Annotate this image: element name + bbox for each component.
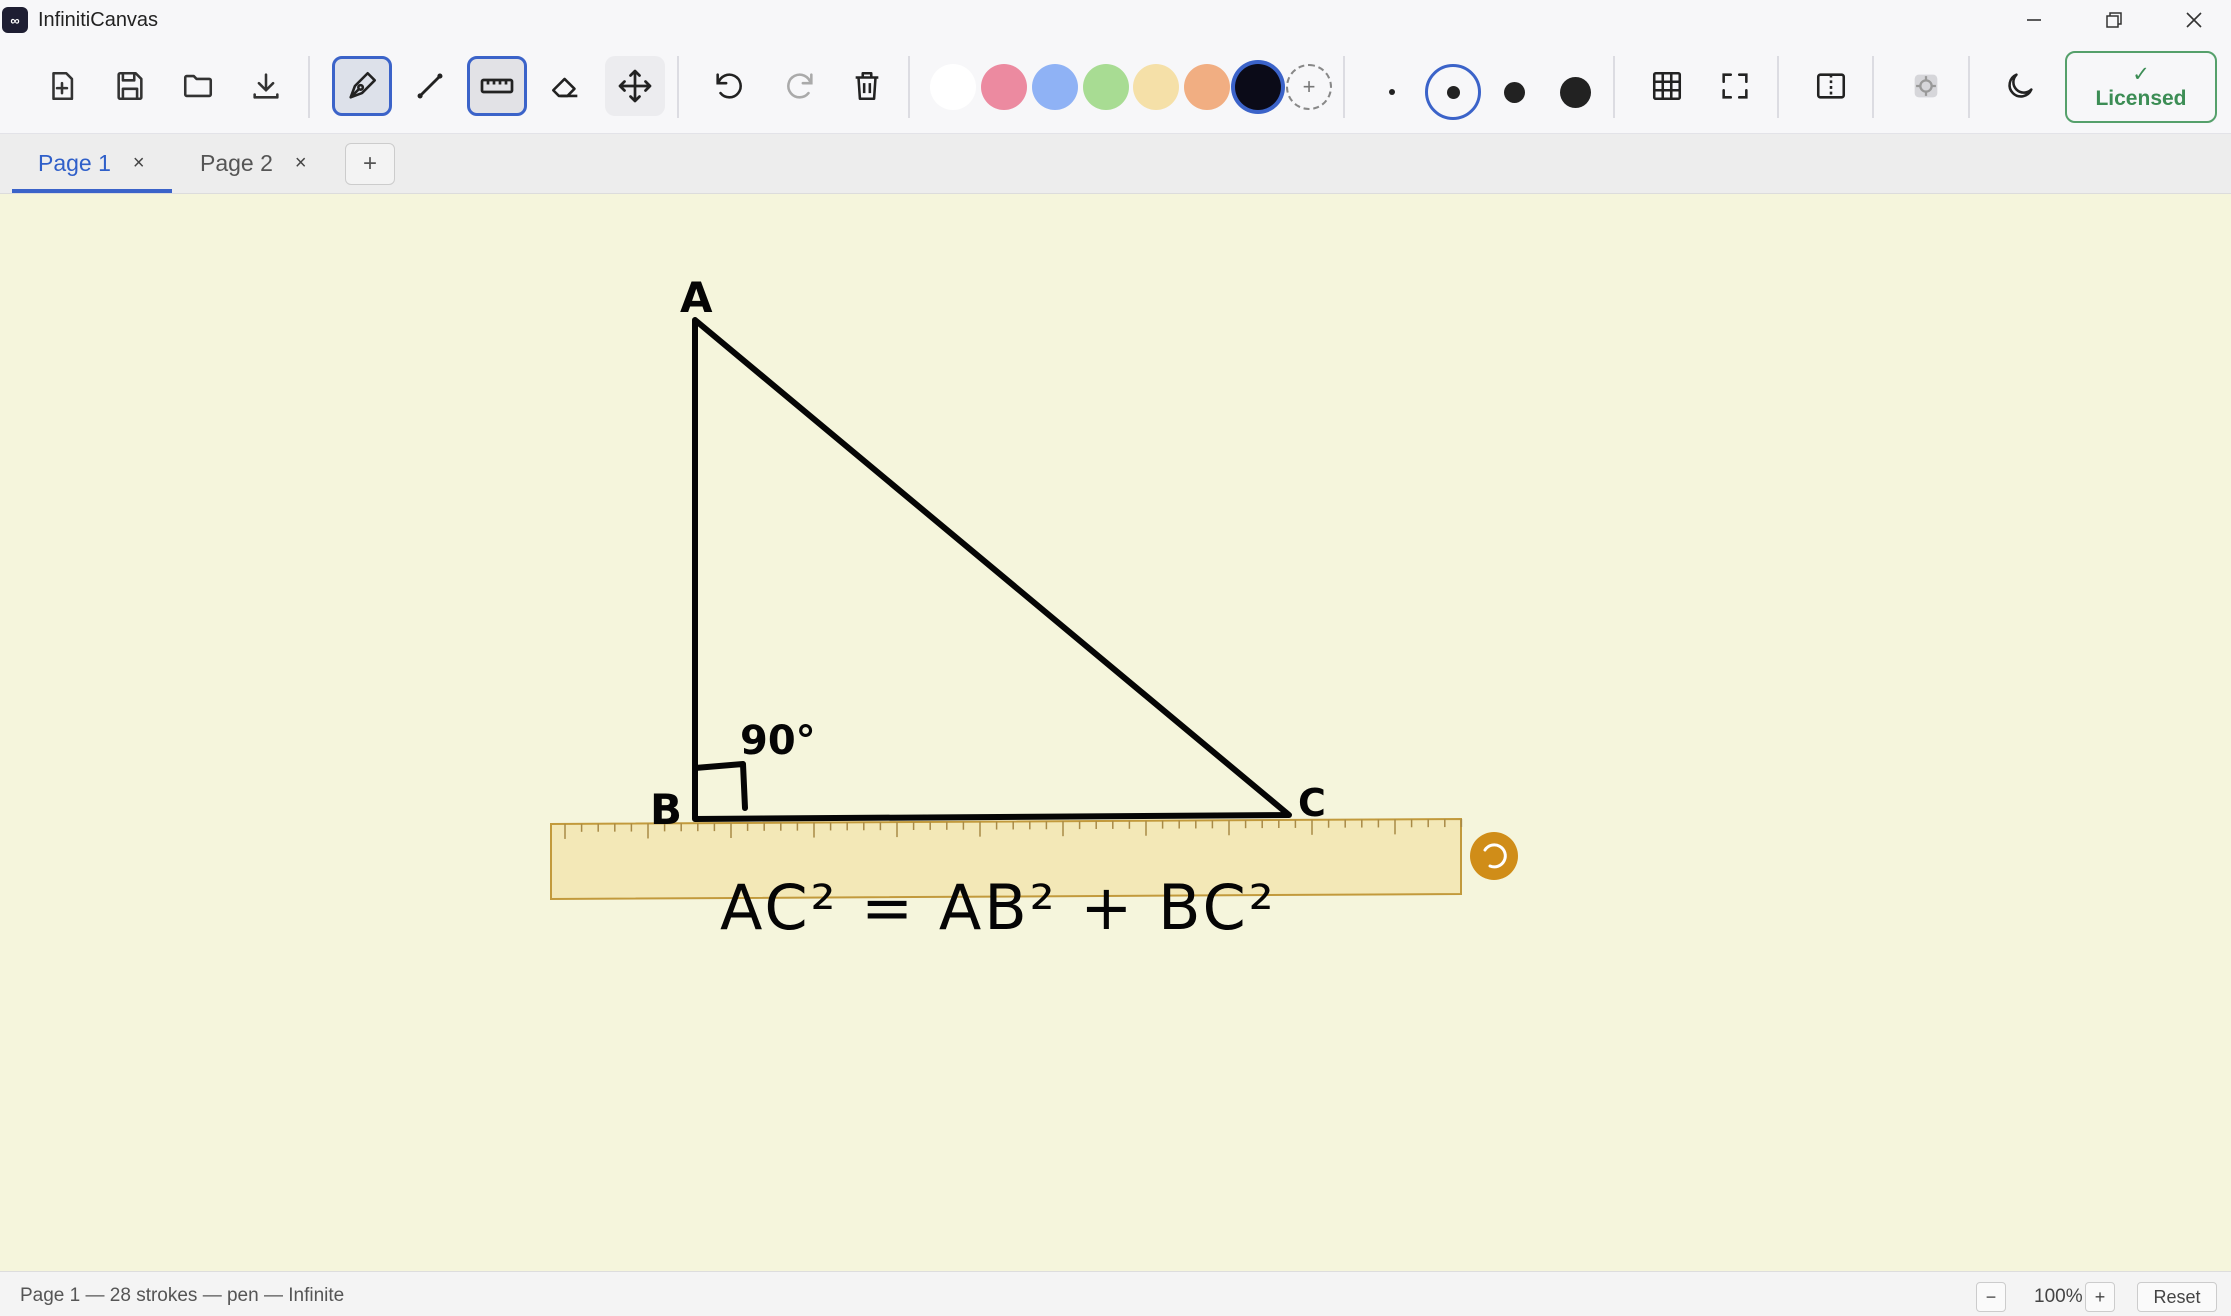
add-color-button[interactable]: + bbox=[1286, 64, 1332, 110]
drawing-canvas[interactable]: A B C 90° AC² = AB² + BC² bbox=[0, 194, 2231, 1271]
size-m-button[interactable] bbox=[1486, 64, 1542, 120]
license-status-button[interactable]: ✓ Licensed bbox=[2065, 51, 2217, 123]
eraser-icon bbox=[551, 77, 578, 98]
trash-icon bbox=[855, 71, 879, 101]
toolbar-divider bbox=[1343, 56, 1345, 118]
color-swatch-black[interactable] bbox=[1235, 64, 1281, 110]
status-bar: Page 1 — 28 strokes — pen — Infinite − 1… bbox=[0, 1271, 2231, 1316]
license-label: Licensed bbox=[2095, 87, 2187, 110]
reset-zoom-button[interactable]: Reset bbox=[2137, 1282, 2217, 1312]
restore-button[interactable] bbox=[2074, 0, 2154, 40]
minimize-icon bbox=[2027, 19, 2041, 21]
size-m-dot bbox=[1503, 81, 1525, 103]
toolbar-divider bbox=[308, 56, 310, 118]
moon-icon bbox=[2008, 73, 2033, 98]
zoom-in-label: + bbox=[2094, 1286, 2106, 1307]
check-icon: ✓ bbox=[2132, 63, 2150, 86]
undo-button[interactable] bbox=[699, 56, 759, 116]
tab-page-2[interactable]: Page 2 × bbox=[174, 134, 324, 192]
toolbar-divider bbox=[1777, 56, 1779, 118]
title-bar: ∞ InfinitiCanvas bbox=[0, 0, 2231, 40]
toolbar-divider bbox=[1613, 56, 1615, 118]
app-title: InfinitiCanvas bbox=[38, 9, 159, 31]
toolbar-divider bbox=[677, 56, 679, 118]
download-icon bbox=[253, 73, 279, 99]
grid-toggle-button[interactable] bbox=[1637, 56, 1697, 116]
restore-icon bbox=[2106, 12, 2122, 28]
pen-icon bbox=[349, 71, 377, 99]
color-swatch-yellow[interactable] bbox=[1133, 64, 1179, 110]
add-page-button[interactable]: + bbox=[345, 143, 395, 185]
add-page-label: + bbox=[362, 150, 377, 177]
size-xs-dot bbox=[1389, 89, 1395, 95]
add-color-label: + bbox=[1302, 74, 1316, 99]
fullscreen-icon bbox=[1722, 73, 1748, 99]
new-page-button[interactable] bbox=[32, 56, 92, 116]
tab-label: Page 2 bbox=[200, 149, 273, 176]
zoom-in-button[interactable]: + bbox=[2085, 1282, 2115, 1312]
size-xs-button[interactable] bbox=[1364, 64, 1420, 120]
canvas-drawing: A B C 90° AC² = AB² + BC² bbox=[550, 273, 1518, 944]
toolbar-divider bbox=[908, 56, 910, 118]
page-tab-bar: Page 1 × Page 2 × + bbox=[0, 134, 2231, 194]
clear-page-button[interactable] bbox=[837, 56, 897, 116]
reset-label: Reset bbox=[2153, 1286, 2201, 1307]
folder-icon bbox=[183, 74, 213, 98]
color-swatch-pink[interactable] bbox=[981, 64, 1027, 110]
open-button[interactable] bbox=[168, 56, 228, 116]
ruler-rotate-handle[interactable] bbox=[1470, 832, 1518, 880]
undo-icon bbox=[716, 73, 742, 99]
app-logo-icon: ∞ bbox=[2, 7, 28, 33]
zoom-out-button[interactable]: − bbox=[1976, 1282, 2006, 1312]
close-icon bbox=[2186, 12, 2202, 28]
split-view-icon bbox=[1816, 73, 1846, 99]
right-angle-mark bbox=[692, 761, 748, 811]
line-tool-button[interactable] bbox=[400, 56, 460, 116]
recenter-button[interactable] bbox=[1896, 56, 1956, 116]
color-swatch-blue[interactable] bbox=[1032, 64, 1078, 110]
size-l-dot bbox=[1559, 76, 1591, 108]
size-s-button[interactable] bbox=[1425, 64, 1481, 120]
tab-close-icon[interactable]: × bbox=[133, 152, 145, 175]
close-window-button[interactable] bbox=[2154, 0, 2231, 40]
save-icon bbox=[117, 71, 143, 101]
tab-label: Page 1 bbox=[38, 149, 111, 176]
export-button[interactable] bbox=[236, 56, 296, 116]
new-page-icon bbox=[52, 71, 74, 101]
redo-icon bbox=[787, 73, 813, 99]
toolbar: + ✓ Licensed bbox=[0, 40, 2231, 134]
save-button[interactable] bbox=[100, 56, 160, 116]
zoom-out-label: − bbox=[1985, 1286, 1997, 1307]
ruler-icon bbox=[480, 78, 514, 94]
pan-tool-button[interactable] bbox=[605, 56, 665, 116]
minimize-button[interactable] bbox=[1994, 0, 2074, 40]
crosshair-icon bbox=[1914, 74, 1938, 98]
vertex-label-a: A bbox=[680, 273, 713, 322]
grid-icon bbox=[1652, 71, 1682, 101]
tab-page-1[interactable]: Page 1 × bbox=[12, 134, 172, 193]
angle-label: 90° bbox=[740, 718, 816, 764]
vertex-label-c: C bbox=[1298, 781, 1326, 825]
move-icon bbox=[618, 69, 652, 103]
ruler-tool-button[interactable] bbox=[467, 56, 527, 116]
size-l-button[interactable] bbox=[1547, 64, 1603, 120]
line-icon bbox=[417, 73, 443, 99]
fit-view-button[interactable] bbox=[1705, 56, 1765, 116]
zoom-level: 100% bbox=[2034, 1286, 2083, 1307]
toolbar-divider bbox=[1872, 56, 1874, 118]
dark-mode-toggle[interactable] bbox=[1990, 56, 2050, 116]
pythagoras-equation: AC² = AB² + BC² bbox=[720, 871, 1277, 944]
color-swatch-white[interactable] bbox=[930, 64, 976, 110]
redo-button[interactable] bbox=[770, 56, 830, 116]
tab-close-icon[interactable]: × bbox=[295, 152, 307, 175]
color-swatch-green[interactable] bbox=[1083, 64, 1129, 110]
eraser-tool-button[interactable] bbox=[536, 56, 596, 116]
toolbar-divider bbox=[1968, 56, 1970, 118]
split-view-button[interactable] bbox=[1801, 56, 1861, 116]
size-s-dot bbox=[1446, 85, 1460, 99]
color-swatch-orange[interactable] bbox=[1184, 64, 1230, 110]
vertex-label-b: B bbox=[650, 785, 682, 834]
status-text: Page 1 — 28 strokes — pen — Infinite bbox=[20, 1285, 345, 1306]
pen-tool-button[interactable] bbox=[332, 56, 392, 116]
